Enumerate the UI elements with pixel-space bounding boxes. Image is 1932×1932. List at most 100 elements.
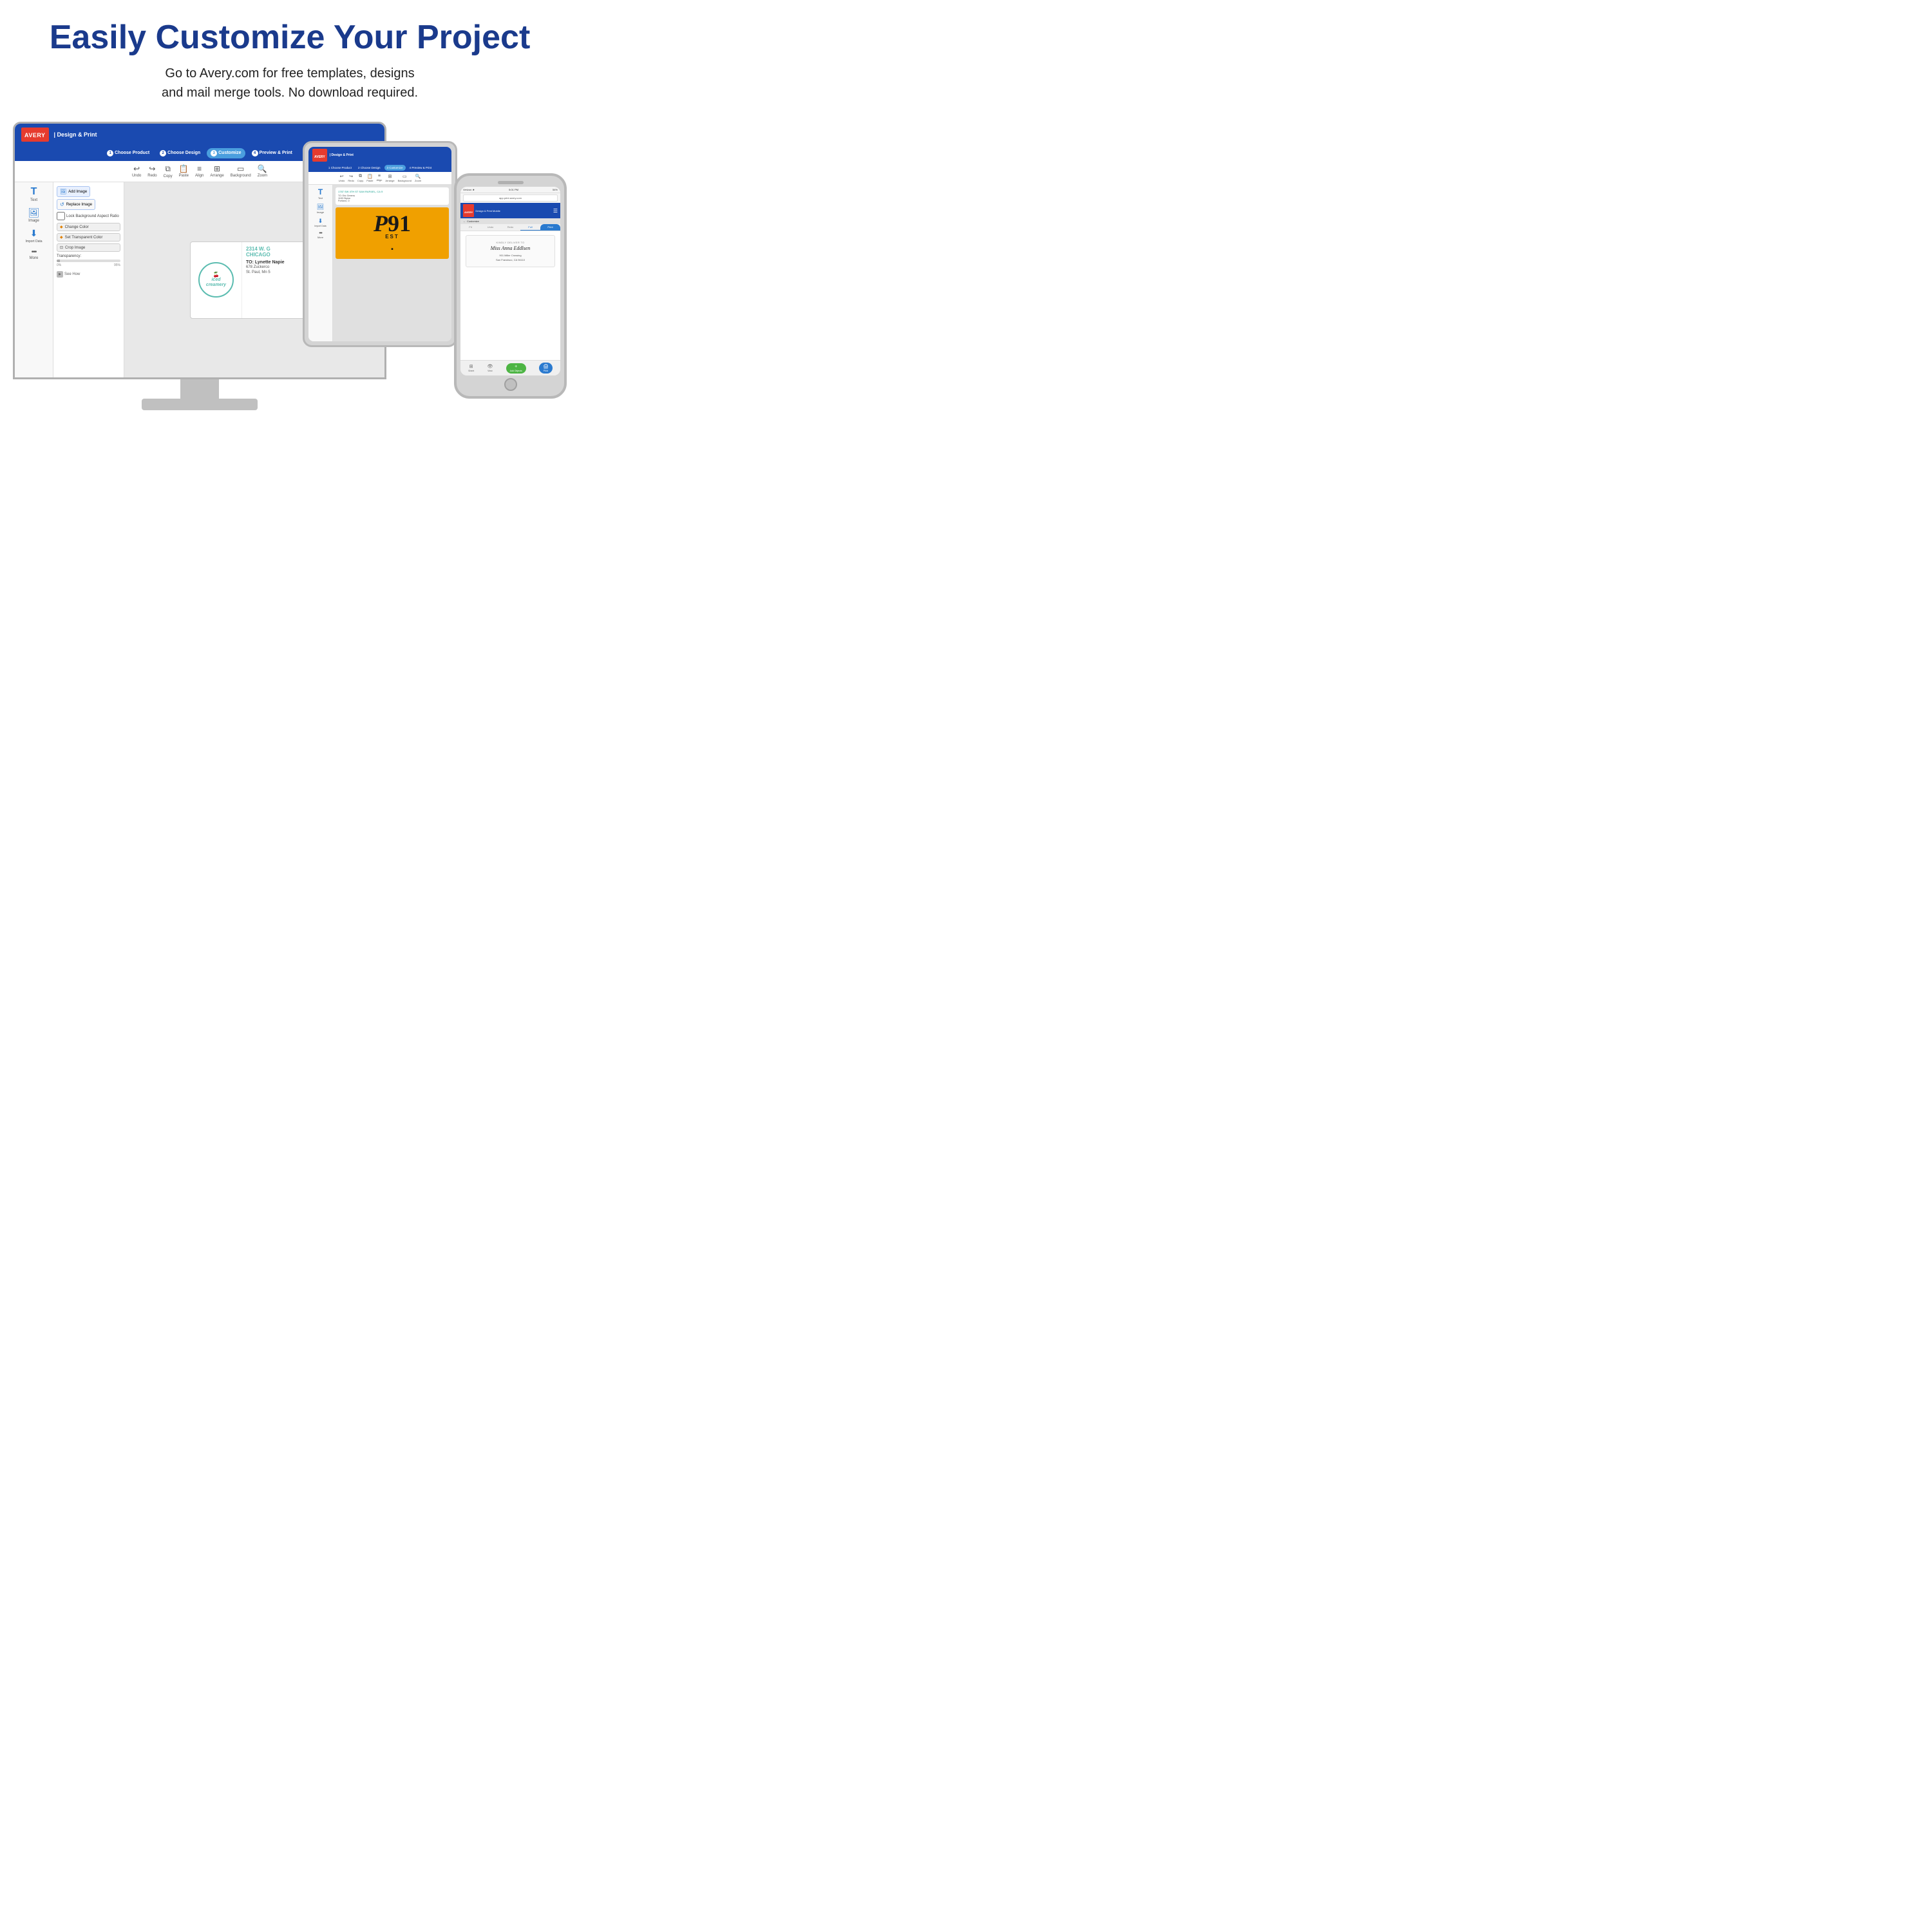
tool-image[interactable]: 🖼 Image	[28, 207, 40, 223]
toolbar-paste[interactable]: 📋 Paste	[179, 164, 189, 178]
tablet-tb-zoom[interactable]: 🔍Zoom	[415, 174, 421, 182]
tablet-brand: | Design & Print	[330, 153, 354, 157]
tablet-tb-redo[interactable]: ↪Redo	[348, 174, 354, 182]
phone: Verizon ★ 5:01 PM 54% app.print.avery.co…	[454, 173, 567, 399]
phone-url-bar[interactable]: app.print.avery.com	[463, 194, 558, 202]
tablet-tb-bg[interactable]: ▭Background	[398, 174, 412, 182]
phone-tab-fit[interactable]: Fit	[460, 224, 480, 231]
tablet-text-icon: T	[318, 187, 323, 196]
phone-back-icon: ←	[463, 220, 466, 223]
tablet-step-1[interactable]: 1 Choose Product	[326, 165, 354, 171]
replace-image-button[interactable]: ↺ Replace Image	[57, 199, 95, 210]
phone-content: KINDLY DELIVER TO Miss Anna Eddlsen 901 …	[460, 231, 560, 360]
phone-kindly-text: KINDLY DELIVER TO	[471, 241, 550, 244]
toolbar-zoom[interactable]: 🔍 Zoom	[258, 164, 267, 178]
image-icon: 🖼	[28, 207, 40, 218]
label-logo-section: 🍒 iced creamery	[191, 242, 242, 318]
desktop-brand-label: | Design & Print	[54, 131, 97, 138]
tablet-tb-arrange[interactable]: ⊞Arrange	[385, 174, 394, 182]
transparency-bar[interactable]	[57, 260, 120, 262]
toolbar-arrange[interactable]: ⊞ Arrange	[210, 164, 223, 178]
tablet-tb-copy[interactable]: ⧉Copy	[357, 174, 363, 182]
align-icon: ≡	[197, 164, 202, 173]
tablet-topbar: AVERY | Design & Print	[308, 147, 451, 164]
tablet-align-icon: ≡	[378, 174, 381, 178]
transparency-section: Transparency: 0% 95%	[57, 254, 120, 267]
transparency-label: Transparency:	[57, 254, 120, 258]
text-icon: T	[31, 186, 37, 198]
tablet-tool-image[interactable]: 🖼 Image	[317, 204, 324, 214]
tablet-tb-undo[interactable]: ↩Undo	[339, 174, 345, 182]
step-btn-3[interactable]: 3Customize	[207, 148, 245, 158]
tool-text[interactable]: T Text	[30, 186, 37, 202]
desktop-logo-text: AVERY	[24, 132, 46, 138]
phone-add-icon: +	[515, 365, 517, 369]
tablet-content: T Text 🖼 Image ⬇ Import Data •••	[308, 185, 451, 341]
change-color-option[interactable]: ◆ Change Color	[57, 223, 120, 231]
phone-btn-print[interactable]: 🖨 Print	[539, 363, 553, 374]
lock-aspect-checkbox[interactable]: Lock Background Aspect Ratio	[57, 212, 120, 220]
tablet-tb-align[interactable]: ≡Align	[376, 174, 382, 182]
see-how-link[interactable]: ▶ See How	[57, 271, 120, 278]
pkg-est: EST	[385, 234, 399, 240]
label-preview: 🍒 iced creamery 2314 W. G	[190, 242, 319, 319]
phone-tab-print[interactable]: Print	[540, 224, 560, 231]
phone-label-area: KINDLY DELIVER TO Miss Anna Eddlsen 901 …	[466, 235, 556, 267]
tool-import[interactable]: ⬇ Import Data	[25, 228, 42, 243]
add-image-button[interactable]: 🖼 Add Image	[57, 186, 90, 197]
background-icon: ▭	[237, 164, 244, 173]
tablet-step-2[interactable]: 2 Choose Design	[355, 165, 383, 171]
tablet-left-tools: T Text 🖼 Image ⬇ Import Data •••	[308, 185, 333, 341]
tablet-import-icon: ⬇	[318, 218, 323, 225]
monitor-neck	[180, 379, 219, 399]
phone-label-name: Miss Anna Eddlsen	[471, 245, 550, 252]
tablet-screen: AVERY | Design & Print 1 Choose Product …	[308, 147, 451, 341]
more-icon: •••	[32, 249, 37, 256]
transparent-color-option[interactable]: ◆ Set Transparent Color	[57, 233, 120, 242]
step-btn-2[interactable]: 2Choose Design	[156, 148, 204, 158]
phone-btn-view[interactable]: 👁 View	[488, 364, 493, 372]
phone-speaker	[498, 181, 524, 184]
phone-btn-add[interactable]: + Add Objects	[506, 363, 526, 374]
toolbar-redo[interactable]: ↪ Redo	[147, 164, 156, 178]
pkg-period: .	[390, 240, 393, 253]
toolbar-copy[interactable]: ⧉ Copy	[164, 164, 173, 178]
tablet-tool-import[interactable]: ⬇ Import Data	[314, 218, 326, 227]
tablet-steps: 1 Choose Product 2 Choose Design 3 Custo…	[308, 164, 451, 172]
lock-checkbox-input[interactable]	[57, 212, 65, 220]
desktop-left-panel: T Text 🖼 Image ⬇ Import Data	[15, 182, 53, 377]
tablet-arrange-icon: ⊞	[388, 174, 392, 179]
tablet-copy-icon: ⧉	[359, 174, 362, 179]
pkg-label: P91 EST .	[336, 207, 449, 259]
toolbar-align[interactable]: ≡ Align	[195, 164, 204, 178]
tool-more[interactable]: ••• More	[30, 249, 39, 260]
redo-icon: ↪	[149, 164, 155, 173]
tablet-tool-more[interactable]: ••• More	[317, 231, 323, 239]
step-btn-4[interactable]: 4Preview & Print	[248, 148, 296, 158]
phone-label-addr1: 901 Miller Crossing	[471, 254, 550, 257]
phone-tab-full[interactable]: Full	[520, 224, 540, 231]
phone-home-button[interactable]	[504, 378, 517, 391]
phone-label-addr2: San Francisco, CA 94110	[471, 258, 550, 261]
phone-tab-undo[interactable]: Undo	[480, 224, 500, 231]
phone-body: Verizon ★ 5:01 PM 54% app.print.avery.co…	[454, 173, 567, 399]
tablet-to-label: TO: Eric Greenw 1165 Skywa Portland, O	[338, 194, 446, 202]
toolbar-background[interactable]: ▭ Background	[231, 164, 251, 178]
tablet-tool-text[interactable]: T Text	[318, 187, 323, 200]
phone-nav-back: ← Customize	[460, 218, 560, 224]
phone-screen: Verizon ★ 5:01 PM 54% app.print.avery.co…	[460, 187, 560, 375]
toolbar-undo[interactable]: ↩ Undo	[132, 164, 141, 178]
phone-menu-icon[interactable]: ☰	[553, 208, 558, 214]
tablet-step-3[interactable]: 3 Customize	[384, 165, 406, 171]
pkg-number: P91	[374, 213, 411, 234]
crop-image-option[interactable]: ⊡ Crop Image	[57, 243, 120, 252]
phone-tab-redo[interactable]: Redo	[500, 224, 520, 231]
phone-btn-sheet[interactable]: ⊞ Sheet	[468, 364, 474, 372]
desktop-avery-logo: AVERY	[21, 128, 49, 142]
step-btn-1[interactable]: 1Choose Product	[103, 148, 153, 158]
subtitle-line2: and mail merge tools. No download requir…	[162, 86, 418, 100]
phone-status-bar: Verizon ★ 5:01 PM 54%	[460, 187, 560, 193]
tablet-tb-paste[interactable]: 📋Paste	[366, 174, 373, 182]
paste-icon: 📋	[179, 164, 189, 173]
tablet-step-4[interactable]: 4 Preview & Print	[407, 165, 435, 171]
